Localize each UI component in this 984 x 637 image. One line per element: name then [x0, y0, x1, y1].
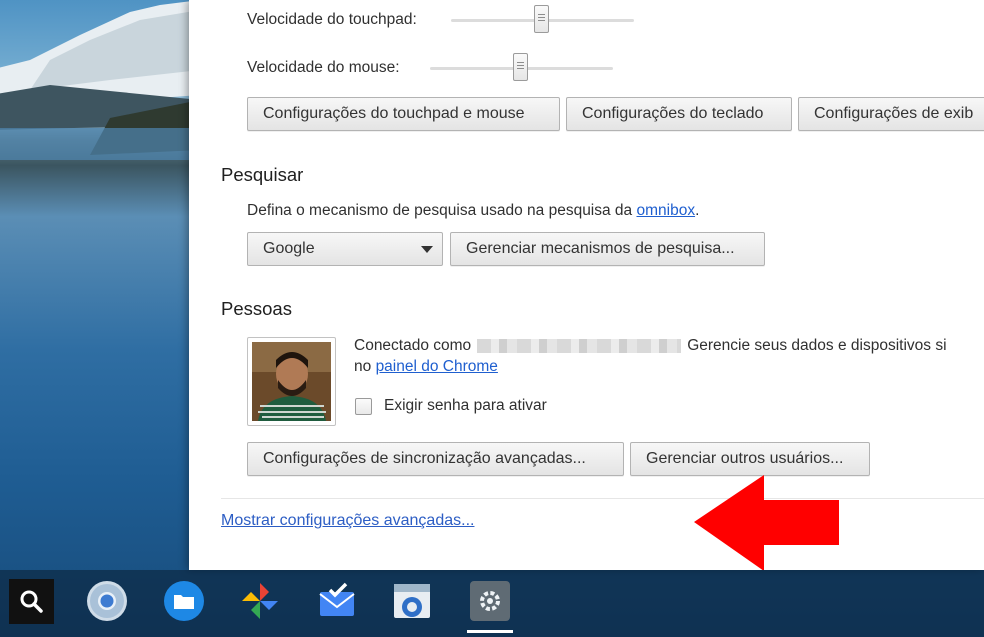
manage-other-users-button[interactable]: Gerenciar outros usuários... — [630, 442, 870, 476]
user-avatar-frame[interactable] — [247, 337, 336, 426]
keyboard-settings-button[interactable]: Configurações do teclado — [566, 97, 792, 131]
require-password-checkbox[interactable] — [355, 398, 372, 415]
mouse-speed-slider[interactable] — [430, 53, 613, 81]
slider-thumb[interactable] — [534, 5, 549, 33]
search-engine-value: Google — [263, 240, 315, 257]
red-arrow-annotation — [694, 475, 839, 570]
launcher-button[interactable] — [9, 579, 54, 624]
people-section-title: Pessoas — [221, 298, 292, 319]
search-engine-select[interactable]: Google — [247, 232, 443, 266]
omnibox-link[interactable]: omnibox — [636, 202, 695, 219]
inbox-icon[interactable] — [316, 580, 358, 622]
show-advanced-settings-link[interactable]: Mostrar configurações avançadas... — [221, 512, 474, 530]
active-app-indicator — [467, 630, 513, 633]
require-password-label: Exigir senha para ativar — [384, 397, 547, 414]
section-divider — [221, 498, 984, 499]
connected-prefix: Conectado como — [354, 337, 472, 354]
display-settings-button[interactable]: Configurações de exib — [798, 97, 984, 131]
touchpad-mouse-settings-button[interactable]: Configurações do touchpad e mouse — [247, 97, 560, 131]
touchpad-speed-slider[interactable] — [451, 5, 634, 33]
dropdown-arrow-icon — [421, 246, 433, 253]
slider-thumb[interactable] — [513, 53, 528, 81]
files-icon[interactable] — [163, 580, 205, 622]
connected-suffix: Gerencie seus dados e dispositivos si — [687, 337, 947, 354]
advanced-sync-settings-button[interactable]: Configurações de sincronização avançadas… — [247, 442, 624, 476]
dashboard-line: no painel do Chrome — [354, 358, 498, 376]
redacted-email — [477, 338, 682, 353]
chrome-dashboard-link[interactable]: painel do Chrome — [376, 358, 498, 375]
connected-as-text: Conectado como Gerencie seus dados e disp… — [354, 337, 947, 355]
settings-icon[interactable] — [469, 580, 511, 622]
chrome-icon[interactable] — [86, 580, 128, 622]
touchpad-speed-label: Velocidade do touchpad: — [247, 11, 417, 28]
settings-window: Velocidade do touchpad: Velocidade do mo… — [189, 0, 984, 570]
photos-icon[interactable] — [239, 580, 281, 622]
person-photo-image — [252, 342, 331, 421]
manage-search-engines-button[interactable]: Gerenciar mecanismos de pesquisa... — [450, 232, 765, 266]
avatar — [252, 342, 331, 421]
mountain-landscape-image — [0, 0, 200, 160]
dashboard-prefix: no — [354, 358, 376, 375]
search-section-title: Pesquisar — [221, 164, 304, 185]
search-icon — [20, 590, 43, 613]
webstore-icon[interactable] — [391, 580, 433, 622]
search-description-text: Defina o mecanismo de pesquisa usado na … — [247, 202, 637, 219]
mouse-speed-label: Velocidade do mouse: — [247, 59, 400, 76]
search-description-period: . — [695, 202, 700, 219]
search-description: Defina o mecanismo de pesquisa usado na … — [247, 202, 699, 220]
